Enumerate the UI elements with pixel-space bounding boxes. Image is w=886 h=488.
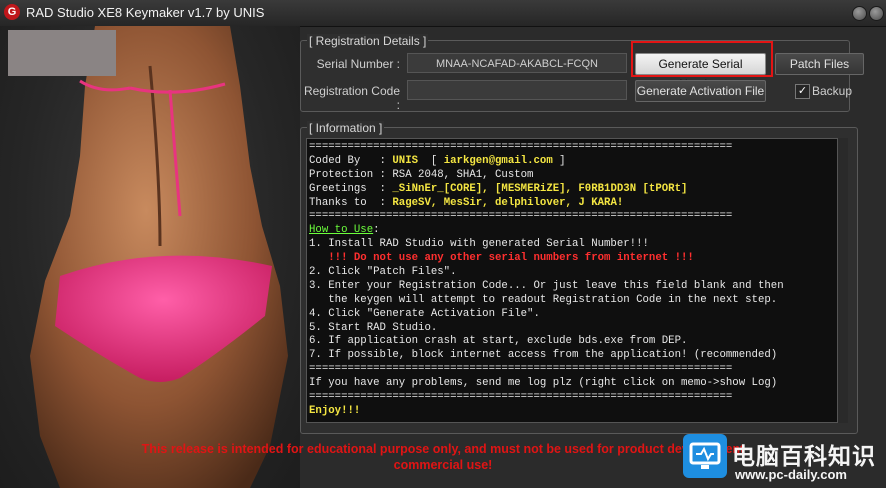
memo-line: 6. If application crash at start, exclud…	[309, 335, 837, 349]
memo-text: If you have any problems, send me log pl…	[309, 377, 778, 390]
app-icon: G	[4, 4, 20, 20]
memo-text: UNIS	[392, 154, 419, 167]
memo-text: _SiNnEr_[CORE], [MESMERiZE], F0RB1DD3N […	[392, 182, 688, 195]
memo-line: 4. Click "Generate Activation File".	[309, 308, 837, 322]
serial-number-field[interactable]: MNAA-NCAFAD-AKABCL-FCQN	[407, 53, 627, 73]
information-memo[interactable]: ========================================…	[306, 138, 838, 423]
minimize-button[interactable]	[852, 6, 867, 21]
memo-text: ========================================…	[309, 363, 733, 376]
registration-details-caption: [ Registration Details ]	[307, 34, 429, 48]
information-caption: [ Information ]	[307, 121, 385, 135]
memo-line: 1. Install RAD Studio with generated Ser…	[309, 238, 837, 252]
memo-line: 5. Start RAD Studio.	[309, 322, 837, 336]
memo-line: Coded By : UNIS [ iarkgen@gmail.com ]	[309, 155, 837, 169]
memo-text: Greetings :	[309, 182, 393, 195]
watermark-text: 电脑百科知识	[732, 443, 876, 469]
memo-text: RageSV, MesSir, delphilover, J KARA!	[392, 196, 624, 209]
memo-line: If you have any problems, send me log pl…	[309, 377, 837, 391]
memo-line: ========================================…	[309, 210, 837, 224]
memo-text: ========================================…	[309, 391, 733, 404]
memo-line: 7. If possible, block internet access fr…	[309, 349, 837, 363]
memo-text: 5. Start RAD Studio.	[309, 321, 438, 334]
memo-text: Enjoy!!!	[309, 404, 361, 417]
memo-line: ========================================…	[309, 363, 837, 377]
memo-line: Enjoy!!!	[309, 405, 837, 419]
memo-text: [	[418, 154, 444, 167]
memo-line: Protection : RSA 2048, SHA1, Custom	[309, 169, 837, 183]
memo-text: How to Use	[309, 224, 374, 237]
registration-code-label: Registration Code :	[303, 84, 400, 112]
patch-files-button[interactable]: Patch Files	[775, 53, 864, 75]
memo-line: ========================================…	[309, 141, 837, 155]
memo-line: the keygen will attempt to readout Regis…	[309, 294, 837, 308]
memo-text: Protection : RSA 2048, SHA1, Custom	[309, 168, 534, 181]
backup-label: Backup	[812, 84, 853, 98]
title-bar: G RAD Studio XE8 Keymaker v1.7 by UNIS	[0, 0, 886, 27]
memo-line: Greetings : _SiNnEr_[CORE], [MESMERiZE],…	[309, 183, 837, 197]
generate-activation-button[interactable]: Generate Activation File	[635, 80, 766, 102]
model-photo-illustration	[30, 26, 288, 488]
memo-text: 6. If application crash at start, exclud…	[309, 335, 688, 348]
memo-text: ========================================…	[309, 210, 733, 223]
watermark-url: www.pc-daily.com	[735, 467, 847, 482]
memo-text: ]	[552, 154, 566, 167]
memo-text: 4. Click "Generate Activation File".	[309, 307, 540, 320]
memo-text: iarkgen@gmail.com	[443, 154, 553, 167]
backup-checkbox[interactable]: ✓	[795, 84, 810, 99]
memo-line: !!! Do not use any other serial numbers …	[309, 252, 837, 266]
memo-text: !!! Do not use any other serial numbers …	[309, 252, 694, 265]
memo-text: 3. Enter your Registration Code... Or ju…	[309, 279, 784, 292]
memo-text: 7. If possible, block internet access fr…	[309, 349, 778, 362]
memo-text: Thanks to :	[309, 196, 393, 209]
highlight-frame	[631, 41, 773, 77]
memo-scrollbar[interactable]	[838, 138, 848, 423]
model-photo	[0, 26, 300, 488]
memo-line: Thanks to : RageSV, MesSir, delphilover,…	[309, 197, 837, 211]
close-button[interactable]	[869, 6, 884, 21]
memo-line: 2. Click "Patch Files".	[309, 266, 837, 280]
censor-block	[8, 30, 116, 76]
memo-line: ========================================…	[309, 391, 837, 405]
memo-text: Coded By :	[309, 154, 393, 167]
memo-line: How to Use:	[309, 224, 837, 238]
memo-line: 3. Enter your Registration Code... Or ju…	[309, 280, 837, 294]
memo-text: the keygen will attempt to readout Regis…	[309, 293, 778, 306]
memo-text: 2. Click "Patch Files".	[309, 266, 457, 279]
memo-text: 1. Install RAD Studio with generated Ser…	[309, 238, 649, 251]
memo-text: ========================================…	[309, 141, 733, 153]
watermark-monitor-icon	[683, 434, 727, 478]
memo-text: :	[373, 224, 380, 237]
serial-number-label: Serial Number :	[316, 57, 400, 71]
registration-code-field[interactable]	[407, 80, 627, 100]
window-title: RAD Studio XE8 Keymaker v1.7 by UNIS	[26, 5, 265, 20]
